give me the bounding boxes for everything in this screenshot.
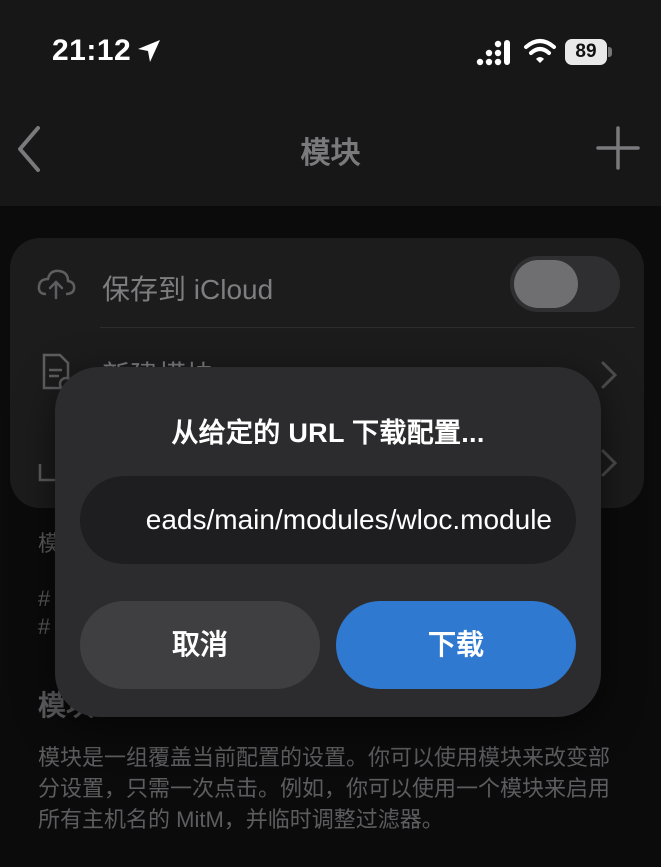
download-button[interactable]: 下载	[336, 601, 576, 689]
chevron-right-icon	[601, 361, 618, 389]
hash-line-1: #	[38, 586, 51, 611]
cloud-upload-icon	[37, 269, 76, 300]
cancel-button[interactable]: 取消	[80, 601, 320, 689]
url-field[interactable]	[80, 476, 576, 564]
status-bar: 21:12 89	[0, 0, 661, 100]
page-title: 模块	[300, 137, 361, 170]
battery-level: 89	[565, 39, 607, 65]
navigation-bar: 模块	[0, 100, 661, 206]
hash-line-2: #	[38, 614, 51, 639]
divider	[100, 327, 635, 328]
battery-icon: 89	[565, 39, 613, 65]
module-description: 模块是一组覆盖当前配置的设置。你可以使用模块来改变部分设置，只需一次点击。例如，…	[38, 745, 611, 832]
dialog-title: 从给定的 URL 下载配置...	[171, 418, 485, 448]
download-config-dialog: 从给定的 URL 下载配置... 取消 下载	[55, 367, 601, 717]
location-arrow-icon	[138, 40, 160, 62]
url-input[interactable]	[80, 476, 576, 564]
wifi-icon	[524, 39, 556, 63]
icloud-toggle[interactable]	[510, 256, 620, 312]
status-time: 21:12	[52, 34, 132, 67]
save-to-icloud-label: 保存到 iCloud	[102, 274, 274, 305]
chevron-right-icon	[601, 449, 618, 477]
plus-icon[interactable]	[596, 126, 640, 170]
cellular-signal-icon	[476, 40, 510, 66]
